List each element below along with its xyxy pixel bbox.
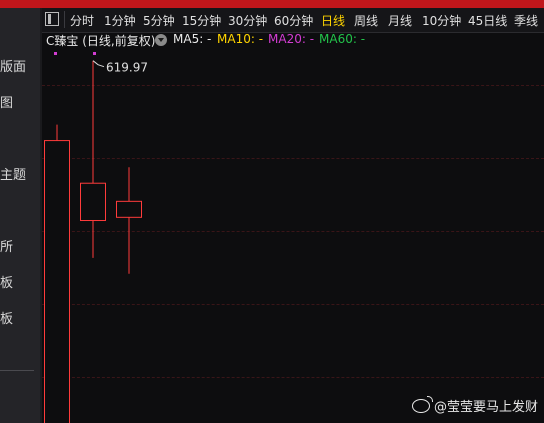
high-pointer xyxy=(92,60,105,68)
candle-body xyxy=(80,182,106,222)
sidebar-item-theme[interactable]: 主题 xyxy=(0,164,26,183)
watermark-text: @莹莹要马上发财 xyxy=(433,400,538,415)
high-price-label: 619.97 xyxy=(106,61,148,75)
sidebar-item-layout[interactable]: 版面 xyxy=(0,56,26,75)
sidebar-item-board-1[interactable]: 板 xyxy=(0,272,13,291)
candlestick-plot: 619.97 xyxy=(44,52,148,423)
sidebar-divider xyxy=(0,370,34,371)
candle-body xyxy=(44,140,70,423)
sidebar-item-exchange[interactable]: 所 xyxy=(0,236,13,255)
sidebar-item-board-2[interactable]: 板 xyxy=(0,308,13,327)
candle-body xyxy=(116,200,142,218)
kline-chart-panel: 分时 1分钟 5分钟 15分钟 30分钟 60分钟 日线 周线 月线 10分钟 … xyxy=(42,8,544,423)
sidebar-item-chart[interactable]: 图 xyxy=(0,92,13,111)
window-top-accent xyxy=(0,0,544,8)
left-sidebar: 版面 图 主题 所 板 板 xyxy=(0,8,41,423)
ma20-marker xyxy=(93,52,96,55)
ma20-marker xyxy=(54,52,57,55)
weibo-icon xyxy=(411,396,433,413)
watermark: @莹莹要马上发财 xyxy=(411,396,538,415)
